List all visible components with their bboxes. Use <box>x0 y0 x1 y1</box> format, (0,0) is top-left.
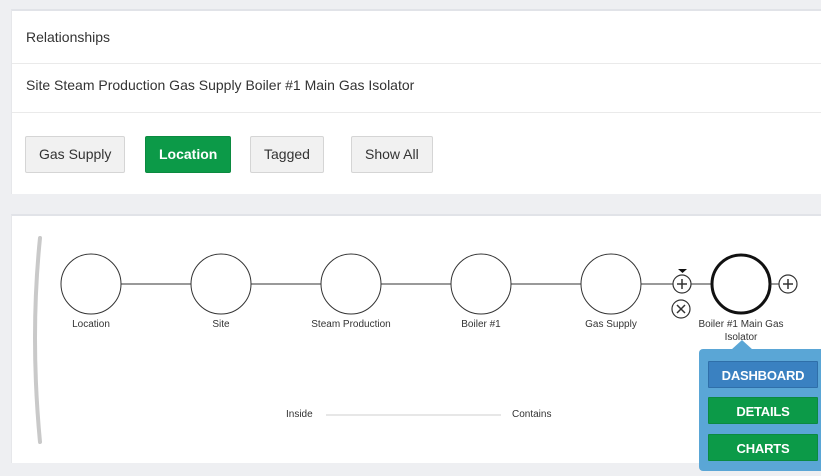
node-label: Boiler #1 Main Gas <box>698 319 783 330</box>
relationships-panel: Relationships Site Steam Production Gas … <box>11 9 821 194</box>
expand-right-icon[interactable] <box>770 274 798 294</box>
charts-button[interactable]: CHARTS <box>708 434 818 461</box>
node-steam-production[interactable] <box>320 253 382 315</box>
filter-button-show-all[interactable]: Show All <box>351 136 433 173</box>
panel-title: Relationships <box>26 29 111 45</box>
node-label: Site <box>212 319 230 330</box>
node-action-menu: DASHBOARD DETAILS CHARTS <box>699 349 821 471</box>
node-site[interactable] <box>190 253 252 315</box>
filter-button-gas-supply[interactable]: Gas Supply <box>25 136 126 173</box>
dashboard-button[interactable]: DASHBOARD <box>708 361 818 388</box>
node-label: Boiler #1 <box>461 319 501 330</box>
scroll-handle[interactable] <box>33 236 42 444</box>
filter-button-location[interactable]: Location <box>145 136 232 173</box>
relationship-path: Site Steam Production Gas Supply Boiler … <box>26 77 415 93</box>
expand-left-icon[interactable] <box>672 269 692 294</box>
filter-button-tagged[interactable]: Tagged <box>250 136 324 173</box>
node-label: Gas Supply <box>585 319 637 330</box>
divider <box>12 112 821 113</box>
divider <box>12 63 821 64</box>
legend-contains: Contains <box>512 409 552 420</box>
node-label: Location <box>72 319 110 330</box>
node-gas-supply[interactable] <box>580 253 642 315</box>
node-location[interactable] <box>60 253 122 315</box>
node-boiler-main-gas-isolator[interactable] <box>710 253 772 315</box>
node-boiler-1[interactable] <box>450 253 512 315</box>
node-label: Steam Production <box>311 319 391 330</box>
legend-inside: Inside <box>286 409 313 420</box>
details-button[interactable]: DETAILS <box>708 397 818 424</box>
remove-node-icon[interactable] <box>671 299 691 319</box>
